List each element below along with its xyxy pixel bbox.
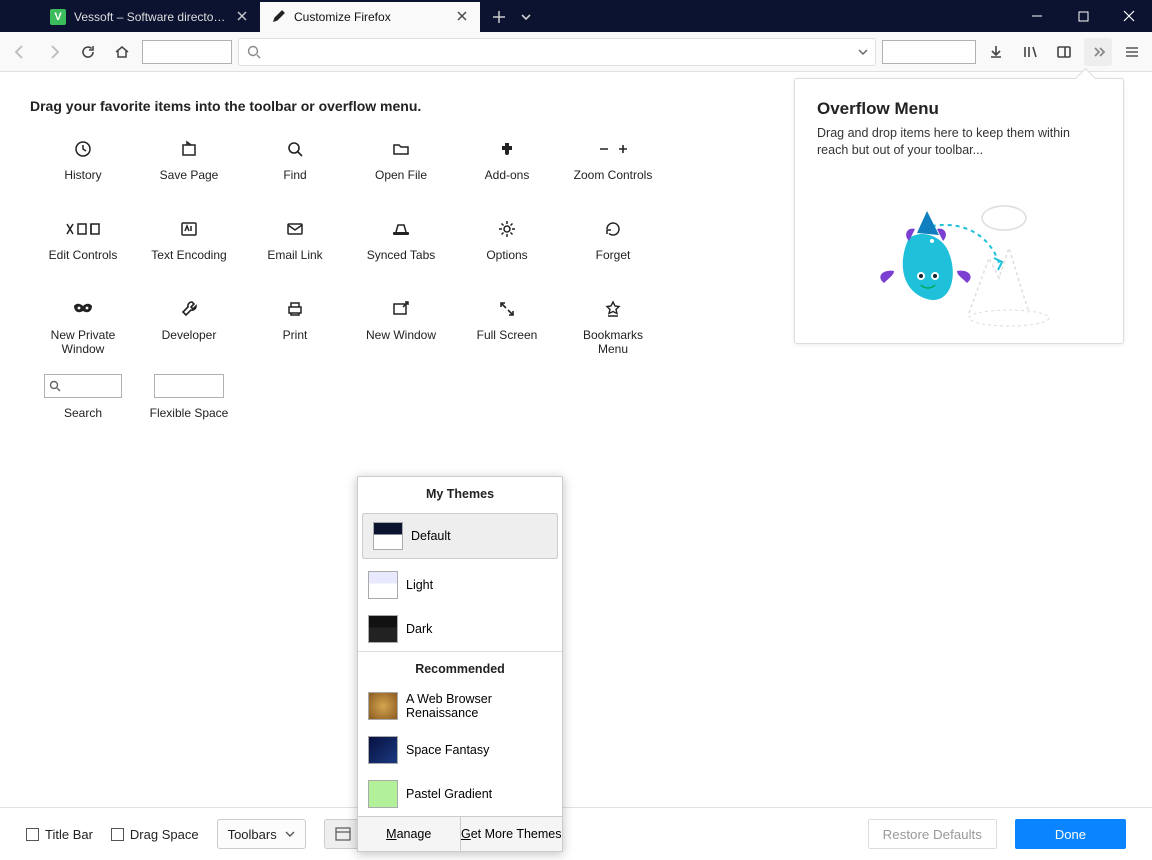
palette-item-history[interactable]: History — [30, 134, 136, 214]
done-button[interactable]: Done — [1015, 819, 1126, 849]
palette-item-open-file[interactable]: Open File — [348, 134, 454, 214]
zoom-icon — [596, 134, 630, 164]
overflow-menu-panel[interactable]: Overflow Menu Drag and drop items here t… — [794, 78, 1124, 344]
theme-item-space[interactable]: Space Fantasy — [358, 728, 562, 772]
new-tab-button[interactable] — [492, 10, 506, 24]
customize-footer: Title Bar Drag Space Toolbars Themes Den… — [0, 807, 1152, 860]
search-icon — [247, 45, 261, 59]
themes-popup: My Themes Default Light Dark Recommended… — [357, 476, 563, 852]
palette-item-synced[interactable]: Synced Tabs — [348, 214, 454, 294]
search-box-preview — [44, 374, 122, 398]
favicon-vessoft: V — [50, 9, 66, 25]
new-window-icon — [392, 294, 410, 324]
gear-icon — [498, 214, 516, 244]
home-button[interactable] — [108, 38, 136, 66]
reload-button[interactable] — [74, 38, 102, 66]
edit-icon — [63, 214, 103, 244]
palette-item-options[interactable]: Options — [454, 214, 560, 294]
overflow-button[interactable] — [1084, 38, 1112, 66]
url-bar[interactable] — [238, 38, 876, 66]
tab-label: Customize Firefox — [294, 10, 391, 24]
palette-item-forget[interactable]: Forget — [560, 214, 666, 294]
palette-item-private[interactable]: New Private Window — [30, 294, 136, 374]
menu-button[interactable] — [1118, 38, 1146, 66]
theme-item-renaissance[interactable]: A Web Browser Renaissance — [358, 684, 562, 728]
toolbars-dropdown[interactable]: Toolbars — [217, 819, 306, 849]
save-icon — [180, 134, 198, 164]
folder-icon — [392, 134, 410, 164]
palette-item-bookmarks[interactable]: Bookmarks Menu — [560, 294, 666, 374]
theme-thumb — [368, 615, 398, 643]
fullscreen-icon — [498, 294, 516, 324]
window-minimize-button[interactable] — [1014, 0, 1060, 32]
tabs-dropdown-icon[interactable] — [520, 11, 532, 23]
overflow-illustration — [817, 183, 1101, 333]
back-button[interactable] — [6, 38, 34, 66]
close-icon[interactable] — [236, 10, 250, 24]
tab-vessoft[interactable]: V Vessoft – Software directory – V — [40, 2, 260, 32]
overflow-desc: Drag and drop items here to keep them wi… — [817, 125, 1101, 159]
palette-item-new-window[interactable]: New Window — [348, 294, 454, 374]
themes-icon — [335, 827, 351, 841]
flex-box-preview — [154, 374, 224, 398]
palette-item-email[interactable]: Email Link — [242, 214, 348, 294]
mask-icon — [72, 294, 94, 324]
email-icon — [286, 214, 304, 244]
themes-header-rec: Recommended — [358, 652, 562, 684]
window-maximize-button[interactable] — [1060, 0, 1106, 32]
downloads-button[interactable] — [982, 38, 1010, 66]
palette-item-print[interactable]: Print — [242, 294, 348, 374]
theme-thumb — [368, 571, 398, 599]
toolbar-placeholder[interactable] — [142, 40, 232, 64]
print-icon — [286, 294, 304, 324]
forget-icon — [604, 214, 622, 244]
encoding-icon — [180, 214, 198, 244]
themes-manage-button[interactable]: Manage — [358, 817, 461, 851]
theme-thumb — [368, 692, 398, 720]
find-icon — [286, 134, 304, 164]
customize-content: Drag your favorite items into the toolba… — [0, 72, 1152, 807]
overflow-title: Overflow Menu — [817, 99, 1101, 119]
theme-item-light[interactable]: Light — [358, 563, 562, 607]
synced-icon — [391, 214, 411, 244]
palette-item-encoding[interactable]: Text Encoding — [136, 214, 242, 294]
theme-item-default[interactable]: Default — [362, 513, 558, 559]
tab-customize[interactable]: Customize Firefox — [260, 2, 480, 32]
window-close-button[interactable] — [1106, 0, 1152, 32]
close-icon[interactable] — [456, 10, 470, 24]
palette-item-save-page[interactable]: Save Page — [136, 134, 242, 214]
theme-thumb — [368, 736, 398, 764]
paintbrush-icon — [270, 9, 286, 25]
toolbar-placeholder[interactable] — [882, 40, 976, 64]
window-titlebar: V Vessoft – Software directory – V Custo… — [0, 0, 1152, 32]
palette-item-edit-controls[interactable]: Edit Controls — [30, 214, 136, 294]
wrench-icon — [180, 294, 198, 324]
theme-item-pastel[interactable]: Pastel Gradient — [358, 772, 562, 816]
restore-defaults-button[interactable]: Restore Defaults — [868, 819, 997, 849]
sidebar-button[interactable] — [1050, 38, 1078, 66]
tab-label: Vessoft – Software directory – V — [74, 10, 228, 24]
theme-thumb — [373, 522, 403, 550]
dragspace-checkbox[interactable]: Drag Space — [111, 827, 199, 842]
palette-item-find[interactable]: Find — [242, 134, 348, 214]
titlebar-checkbox[interactable]: Title Bar — [26, 827, 93, 842]
palette-item-zoom[interactable]: Zoom Controls — [560, 134, 666, 214]
navigation-toolbar — [0, 32, 1152, 72]
library-button[interactable] — [1016, 38, 1044, 66]
history-icon — [74, 134, 92, 164]
palette-item-search[interactable]: Search — [30, 374, 136, 454]
themes-getmore-button[interactable]: Get More Themes — [461, 817, 563, 851]
chevron-down-icon[interactable] — [857, 46, 869, 58]
themes-header-my: My Themes — [358, 477, 562, 509]
theme-thumb — [368, 780, 398, 808]
bookmark-star-icon — [604, 294, 622, 324]
palette-item-fullscreen[interactable]: Full Screen — [454, 294, 560, 374]
addons-icon — [498, 134, 516, 164]
theme-item-dark[interactable]: Dark — [358, 607, 562, 651]
palette-item-developer[interactable]: Developer — [136, 294, 242, 374]
forward-button[interactable] — [40, 38, 68, 66]
palette-item-flexspace[interactable]: Flexible Space — [136, 374, 242, 454]
palette-item-addons[interactable]: Add-ons — [454, 134, 560, 214]
